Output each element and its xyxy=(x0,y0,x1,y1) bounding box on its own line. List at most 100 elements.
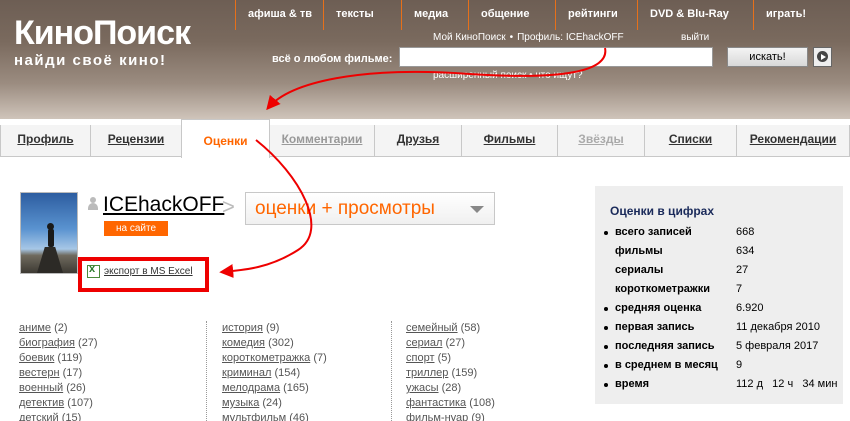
tab-stars[interactable]: Звёзды xyxy=(557,125,645,156)
tab-recommendations[interactable]: Рекомендации xyxy=(736,125,850,156)
genre-link[interactable]: спорт xyxy=(406,352,435,364)
stat-value: 27 xyxy=(736,264,749,276)
bullet-icon xyxy=(604,307,608,311)
genre-link[interactable]: фильм-нуар xyxy=(406,412,468,421)
username-link[interactable]: ICEhackOFF xyxy=(103,193,224,217)
list-item: комедия (302) xyxy=(222,336,327,351)
advanced-search-link[interactable]: расширенный поиск xyxy=(433,70,526,81)
genre-count: (26) xyxy=(66,382,86,394)
stat-label: сериалы xyxy=(615,264,664,276)
go-arrow-icon[interactable] xyxy=(813,47,832,67)
nav-dvd[interactable]: DVD & Blu-Ray xyxy=(637,0,753,30)
tab-films[interactable]: Фильмы xyxy=(461,125,558,156)
genre-link[interactable]: музыка xyxy=(222,397,259,409)
genre-link[interactable]: биография xyxy=(19,337,75,349)
genre-count: (119) xyxy=(57,352,83,364)
genre-count: (107) xyxy=(67,397,93,409)
genre-count: (15) xyxy=(61,412,82,421)
bullet-icon xyxy=(604,364,608,368)
avatar-figure xyxy=(47,223,54,247)
stat-value: 112 д 12 ч 34 мин xyxy=(736,378,838,390)
genre-link[interactable]: мультфильм xyxy=(222,412,286,421)
stat-label: средняя оценка xyxy=(615,302,702,314)
stat-label: фильмы xyxy=(615,245,663,257)
stat-value: 11 декабря 2010 xyxy=(736,321,820,333)
nav-community[interactable]: общение xyxy=(468,0,555,30)
list-item: мультфильм (46) xyxy=(222,411,327,421)
stat-row: всего записей 668 xyxy=(595,224,843,243)
list-item: история (9) xyxy=(222,321,327,336)
stat-label: последняя запись xyxy=(615,340,715,352)
stat-row: последняя запись 5 февраля 2017 xyxy=(595,338,843,357)
tab-ratings[interactable]: Оценки xyxy=(181,119,270,158)
genre-count: (46) xyxy=(289,412,309,421)
stat-row: фильмы 634 xyxy=(595,243,843,262)
genre-link[interactable]: семейный xyxy=(406,322,458,334)
list-item: детский (15) xyxy=(19,411,98,421)
genre-count: (5) xyxy=(437,352,452,364)
chevron-down-icon xyxy=(470,206,484,213)
search-label: всё о любом фильме: xyxy=(272,53,393,65)
stat-row: в среднем в месяц 9 xyxy=(595,357,843,376)
bullet-icon xyxy=(604,231,608,235)
list-item: мелодрама (165) xyxy=(222,381,327,396)
stat-row: сериалы 27 xyxy=(595,262,843,281)
header: КиноПоиск найди своё кино! афиша & тв те… xyxy=(0,0,850,119)
avatar[interactable] xyxy=(20,192,78,274)
stat-row: средняя оценка 6.920 xyxy=(595,300,843,319)
page: КиноПоиск найди своё кино! афиша & тв те… xyxy=(0,0,850,421)
bullet-icon xyxy=(604,345,608,349)
genre-link[interactable]: фантастика xyxy=(406,397,466,409)
tab-comments[interactable]: Комментарии xyxy=(269,125,375,156)
profile-link[interactable]: Профиль: ICEhackOFF xyxy=(517,32,624,43)
nav-ratings[interactable]: рейтинги xyxy=(555,0,637,30)
export-excel-link[interactable]: экспорт в MS Excel xyxy=(104,266,193,277)
genre-link[interactable]: история xyxy=(222,322,263,334)
view-select-value: оценки + просмотры xyxy=(255,198,435,219)
my-kinopoisk-link[interactable]: Мой КиноПоиск xyxy=(433,32,506,43)
genre-count: (154) xyxy=(274,367,301,379)
tab-friends[interactable]: Друзья xyxy=(374,125,462,156)
nav-afisha[interactable]: афиша & тв xyxy=(235,0,323,30)
genre-count: (7) xyxy=(313,352,327,364)
search-input[interactable] xyxy=(399,47,713,67)
genre-link[interactable]: криминал xyxy=(222,367,271,379)
genre-link[interactable]: вестерн xyxy=(19,367,60,379)
stat-label: время xyxy=(615,378,650,390)
list-item: аниме (2) xyxy=(19,321,98,336)
nav-play[interactable]: играть! xyxy=(753,0,850,30)
bullet-icon xyxy=(604,383,608,387)
genre-link[interactable]: мелодрама xyxy=(222,382,280,394)
genre-link[interactable]: военный xyxy=(19,382,63,394)
breadcrumb-separator-icon: > xyxy=(222,194,235,219)
search-button[interactable]: искать! xyxy=(727,47,808,67)
logo[interactable]: КиноПоиск xyxy=(14,16,191,50)
tab-lists[interactable]: Списки xyxy=(644,125,737,156)
genre-link[interactable]: боевик xyxy=(19,352,54,364)
genre-link[interactable]: детектив xyxy=(19,397,64,409)
excel-icon[interactable] xyxy=(87,263,100,278)
nav-media[interactable]: медиа xyxy=(401,0,468,30)
column-divider xyxy=(206,321,207,421)
genre-link[interactable]: триллер xyxy=(406,367,448,379)
genre-link[interactable]: детский xyxy=(19,412,59,421)
genre-count: (159) xyxy=(451,367,478,379)
nav-texts[interactable]: тексты xyxy=(323,0,401,30)
genre-link[interactable]: сериал xyxy=(406,337,442,349)
list-item: короткометражка (7) xyxy=(222,351,327,366)
genre-count: (28) xyxy=(441,382,462,394)
genre-column-1: аниме (2) биография (27) боевик (119) ве… xyxy=(19,321,98,421)
tab-reviews[interactable]: Рецензии xyxy=(90,125,182,156)
genre-link[interactable]: аниме xyxy=(19,322,51,334)
tab-profile[interactable]: Профиль xyxy=(0,125,91,156)
genre-link[interactable]: комедия xyxy=(222,337,265,349)
genre-link[interactable]: короткометражка xyxy=(222,352,310,364)
view-select[interactable]: оценки + просмотры xyxy=(245,192,495,225)
logout-link[interactable]: выйти xyxy=(681,32,709,43)
genre-count: (27) xyxy=(78,337,98,349)
genre-count: (58) xyxy=(460,322,481,334)
what-searched-link[interactable]: что ищут? xyxy=(535,70,582,81)
genre-link[interactable]: ужасы xyxy=(406,382,439,394)
avatar-rock xyxy=(37,247,63,273)
list-item: фантастика (108) xyxy=(406,396,495,411)
